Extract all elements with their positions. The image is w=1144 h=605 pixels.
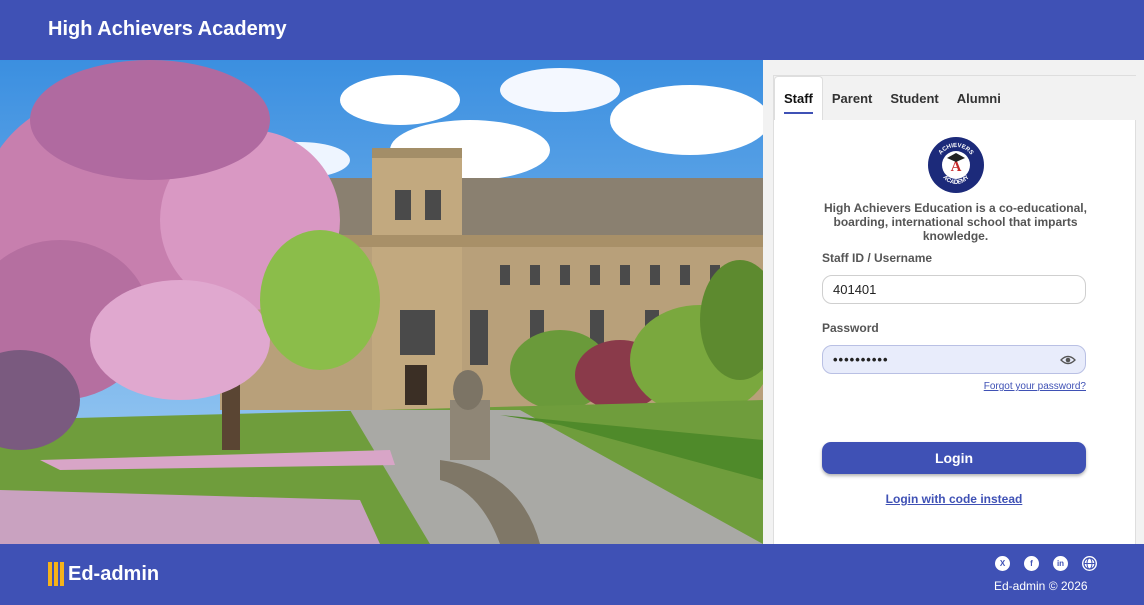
ed-admin-bars-icon (48, 562, 65, 586)
facebook-icon[interactable]: f (1024, 556, 1039, 571)
role-tabs: Staff Parent Student Alumni (774, 76, 1137, 120)
login-panel: Staff Parent Student Alumni ACHIEVERS AC… (763, 60, 1144, 544)
linkedin-icon[interactable]: in (1053, 556, 1068, 571)
ed-admin-logo: Ed-admin (48, 562, 159, 586)
social-links: X f in (995, 556, 1097, 571)
login-with-code-link[interactable]: Login with code instead (822, 492, 1086, 506)
campus-photo (0, 60, 763, 544)
password-field[interactable]: •••••••••• (822, 345, 1086, 374)
x-icon[interactable]: X (995, 556, 1010, 571)
login-card: Staff Parent Student Alumni ACHIEVERS AC… (773, 75, 1137, 544)
password-label: Password (822, 321, 879, 335)
academy-title: High Achievers Academy (48, 18, 287, 40)
copyright-text: Ed-admin © 2026 (994, 579, 1088, 593)
school-description: High Achievers Education is a co-educati… (824, 201, 1087, 243)
tab-parent[interactable]: Parent (823, 76, 881, 120)
forgot-password-link[interactable]: Forgot your password? (974, 381, 1086, 392)
tab-student[interactable]: Student (881, 76, 947, 120)
ed-admin-brand: Ed-admin (68, 562, 160, 585)
login-button[interactable]: Login (822, 442, 1086, 474)
username-label: Staff ID / Username (822, 251, 933, 265)
username-field[interactable]: 401401 (822, 275, 1086, 304)
tab-alumni[interactable]: Alumni (948, 76, 1010, 120)
globe-icon[interactable] (1082, 556, 1097, 571)
tab-staff[interactable]: Staff (774, 76, 823, 120)
footer: Ed-admin X f in Ed-admin © 2026 (0, 544, 1144, 605)
eye-icon[interactable] (1060, 354, 1076, 366)
password-value: •••••••••• (833, 352, 889, 367)
school-logo: ACHIEVERS ACADEMY A (928, 137, 984, 193)
top-bar: High Achievers Academy (0, 0, 1144, 60)
